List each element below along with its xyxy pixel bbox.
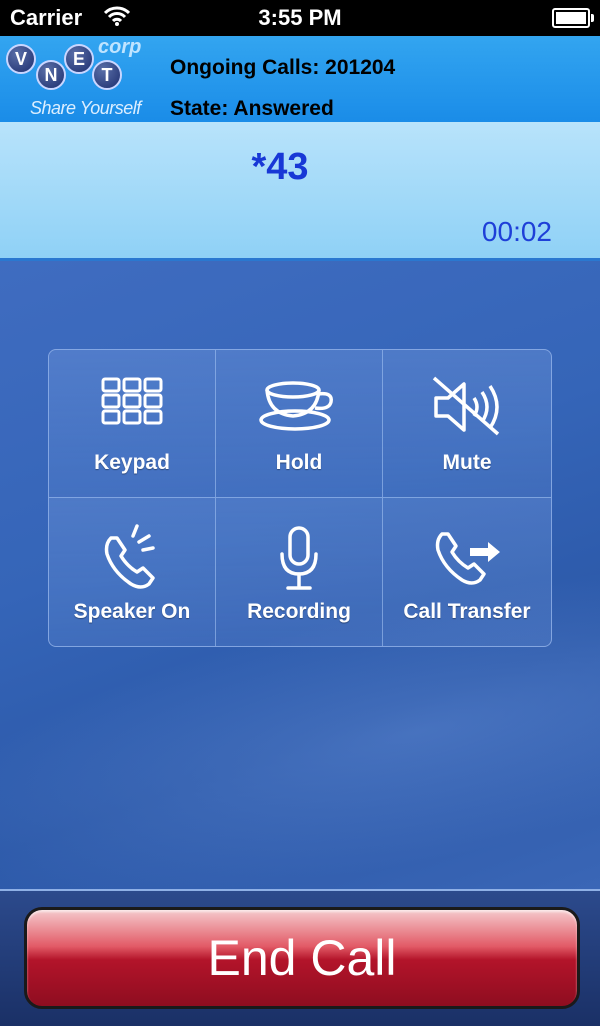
vnet-logo: V N E T corp Share Yourself [6,36,166,122]
app-header: V N E T corp Share Yourself Ongoing Call… [0,36,600,122]
battery-icon [552,8,594,28]
mute-label: Mute [442,451,492,474]
keypad-icon [101,377,163,425]
call-transfer-label: Call Transfer [403,600,531,623]
phone-speaker-icon [104,524,155,589]
call-info-bar: *43 00:02 [0,122,600,261]
logo-letter: V [6,44,36,74]
status-time: 3:55 PM [258,5,342,30]
speaker-on-label: Speaker On [73,600,191,623]
microphone-icon [280,526,318,590]
status-bar: Carrier 3:55 PM [0,0,600,36]
logo-letter: N [36,60,66,90]
logo-letter: T [92,60,122,90]
recording-button[interactable]: Recording [216,498,383,646]
call-transfer-button[interactable]: Call Transfer [383,498,551,646]
dialed-number: *43 [251,146,309,188]
call-controls-grid: Keypad Hold Mute Speaker On Recording Ca… [48,349,552,647]
hold-button[interactable]: Hold [216,350,383,498]
speaker-on-button[interactable]: Speaker On [49,498,216,646]
keypad-button[interactable]: Keypad [49,350,216,498]
logo-tagline: Share Yourself [30,98,141,118]
recording-label: Recording [247,600,351,623]
speaker-muted-icon [432,376,500,436]
call-timer: 00:02 [481,216,552,247]
cup-icon [259,381,333,431]
phone-transfer-icon [435,532,500,585]
call-state-label: State: Answered [170,97,334,120]
hold-label: Hold [275,451,323,474]
end-call-button[interactable]: End Call [24,907,580,1009]
keypad-label: Keypad [94,451,170,474]
logo-corp: corp [98,36,142,58]
logo-letter: E [64,44,94,74]
mute-button[interactable]: Mute [383,350,551,498]
ongoing-calls-label: Ongoing Calls: 201204 [170,56,396,79]
